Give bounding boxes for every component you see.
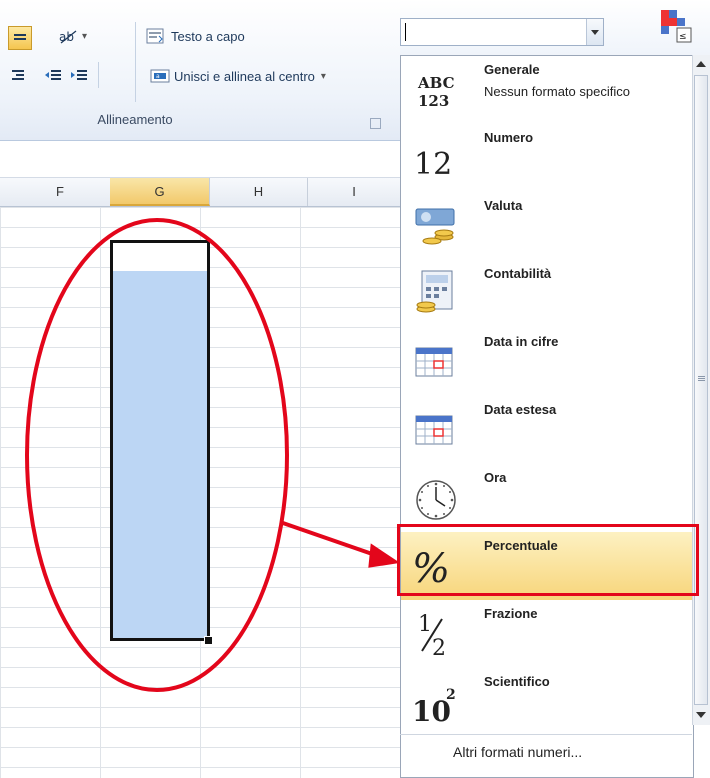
menu-item-label: Valuta <box>484 198 523 213</box>
more-number-formats-link[interactable]: Altri formati numeri... <box>400 734 692 771</box>
menu-item-numero[interactable]: 12 Numero <box>401 124 693 192</box>
svg-text:2: 2 <box>432 636 446 659</box>
scientific-icon: 10 2 <box>409 676 463 728</box>
svg-text:12: 12 <box>414 147 452 180</box>
menu-item-label: Generale <box>484 62 540 77</box>
menu-item-data-estesa[interactable]: Data estesa <box>401 396 693 464</box>
abc-123-icon: ABC 123 <box>409 64 463 116</box>
thumb-grip-icon <box>698 376 705 377</box>
scroll-up-button[interactable] <box>692 55 710 73</box>
menu-item-sublabel: Nessun formato specifico <box>484 84 630 99</box>
menu-item-label: Frazione <box>484 606 538 621</box>
menu-item-ora[interactable]: Ora <box>401 464 693 532</box>
menu-item-label: Ora <box>484 470 507 485</box>
fraction-icon: 12 <box>409 608 463 660</box>
number-12-icon: 12 <box>409 132 463 184</box>
menu-item-label: Contabilità <box>484 266 552 281</box>
svg-text:ABC: ABC <box>417 74 455 92</box>
annotation-ellipse <box>25 218 289 692</box>
short-date-icon <box>409 336 463 388</box>
accounting-icon <box>409 268 463 320</box>
annotation-arrow-shaft <box>279 520 379 558</box>
menu-item-label: Data estesa <box>484 402 557 417</box>
scroll-down-button[interactable] <box>692 706 710 724</box>
menu-item-data-in-cifre[interactable]: Data in cifre <box>401 328 693 396</box>
annotation-highlight-box <box>397 524 699 596</box>
arrow-down-icon <box>696 712 706 718</box>
menu-item-valuta[interactable]: Valuta <box>401 192 693 260</box>
menu-item-label: Data in cifre <box>484 334 559 349</box>
svg-text:1: 1 <box>418 612 432 637</box>
menu-item-frazione[interactable]: 12 Frazione <box>401 600 693 668</box>
menu-item-contabilita[interactable]: Contabilità <box>401 260 693 328</box>
more-number-formats-label: Altri formati numeri... <box>453 744 583 760</box>
long-date-icon <box>409 404 463 456</box>
number-format-menu: ABC 123 Generale Nessun formato specifico… <box>400 55 694 778</box>
annotation-arrow-head <box>368 543 401 568</box>
svg-text:2: 2 <box>446 687 456 703</box>
scrollbar-thumb[interactable] <box>694 75 708 705</box>
clock-icon <box>409 472 463 524</box>
svg-text:123: 123 <box>418 92 449 110</box>
menu-item-scientifico[interactable]: 10 2 Scientifico <box>401 668 693 736</box>
menu-item-label: Scientifico <box>484 674 550 689</box>
menu-item-generale[interactable]: ABC 123 Generale Nessun formato specifico <box>401 56 693 124</box>
arrow-up-icon <box>696 61 706 67</box>
menu-item-label: Numero <box>484 130 534 145</box>
currency-icon <box>409 200 463 252</box>
